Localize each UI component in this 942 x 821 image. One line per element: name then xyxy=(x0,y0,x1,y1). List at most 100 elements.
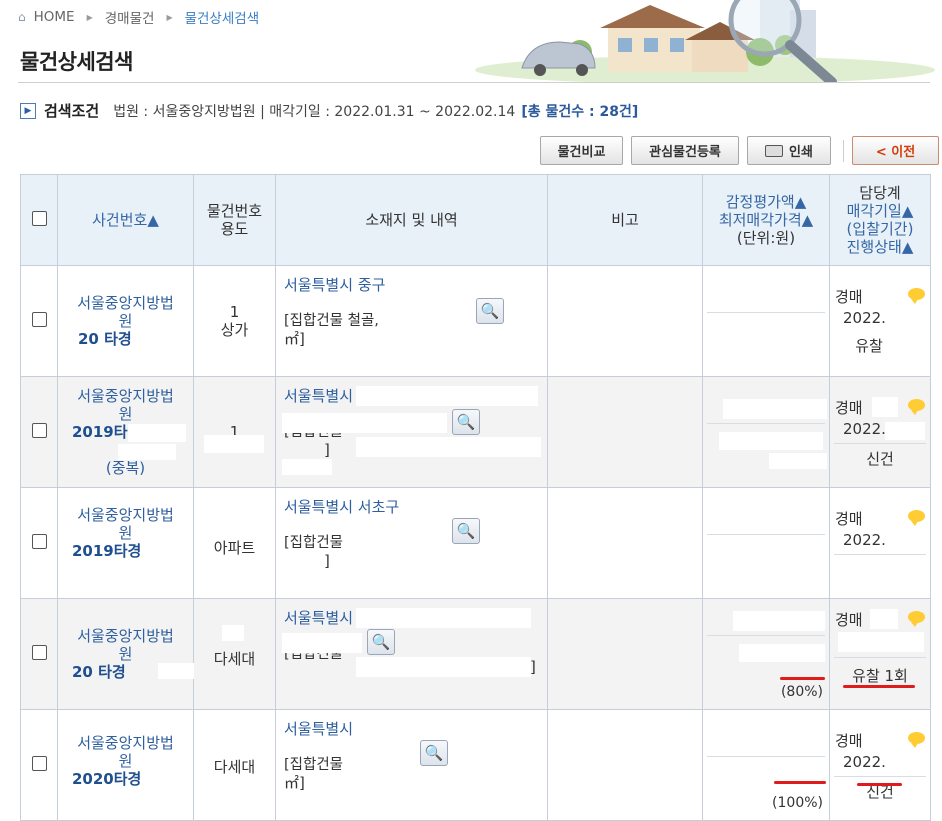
row-checkbox[interactable] xyxy=(31,311,47,327)
location-cell[interactable]: 서울특별시 중구 🔍 [집합건물 철골, ㎡] xyxy=(275,265,548,377)
case-number[interactable]: 2020타경 xyxy=(58,770,193,788)
map-search-icon[interactable]: 🔍 xyxy=(367,629,395,655)
row-select[interactable] xyxy=(20,598,58,710)
address[interactable]: 서울특별시 서초구 xyxy=(284,498,547,516)
red-underline-status4 xyxy=(843,685,915,688)
header-saledate-sort[interactable]: 매각기일▲ xyxy=(830,202,930,220)
compare-button[interactable]: 물건비교 xyxy=(540,136,623,165)
department: 경매 xyxy=(835,399,863,417)
remark-cell xyxy=(547,376,703,488)
location-cell[interactable]: 서울특별시 🔍 [집합건물 ] xyxy=(275,598,548,710)
table-row[interactable]: 서울중앙지방법원 2019타경 아파트 서울특별시 서초구 🔍 [집합건물 ] … xyxy=(20,487,931,599)
map-search-icon[interactable]: 🔍 xyxy=(476,298,504,324)
memo-bubble-icon[interactable] xyxy=(908,732,925,748)
court-name: 서울중앙지방법원 xyxy=(77,387,174,423)
case-number[interactable]: 2019타경 xyxy=(58,542,193,560)
printer-icon xyxy=(765,144,784,157)
building-detail: [집합건물 철골, xyxy=(284,313,379,329)
item-use: 다세대 xyxy=(213,650,256,668)
header-department: 담당계 xyxy=(859,184,901,202)
print-label: 인쇄 xyxy=(789,145,813,160)
criteria-label: 검색조건 xyxy=(44,102,100,120)
progress-status: 유찰 xyxy=(855,337,883,355)
case-number[interactable]: 20 타경 xyxy=(58,330,193,348)
price-cell xyxy=(702,376,830,488)
row-select[interactable] xyxy=(20,709,58,821)
table-row[interactable]: 서울중앙지방법원 2020타경 다세대 서울특별시 🔍 [집합건물 ㎡] (10… xyxy=(20,709,931,821)
header-case-no[interactable]: 사건번호▲ xyxy=(57,174,194,266)
sale-date: 2022. xyxy=(843,531,886,549)
row-select[interactable] xyxy=(20,265,58,377)
address[interactable]: 서울특별시 중구 xyxy=(284,276,547,294)
print-button[interactable]: 인쇄 xyxy=(747,136,831,165)
row-checkbox[interactable] xyxy=(31,644,47,660)
case-cell[interactable]: 서울중앙지방법원 2020타경 xyxy=(57,709,194,821)
criteria-count: [총 물건수 : 28건] xyxy=(521,103,639,120)
row-checkbox[interactable] xyxy=(31,755,47,771)
breadcrumb-home[interactable]: HOME xyxy=(34,9,75,25)
row-select[interactable] xyxy=(20,376,58,488)
criteria-text: 법원 : 서울중앙지방법원 | 매각기일 : 2022.01.31 ~ 2022… xyxy=(113,103,516,120)
remark-cell xyxy=(547,487,703,599)
item-use: 아파트 xyxy=(213,539,256,557)
case-cell[interactable]: 서울중앙지방법원 20 타경 xyxy=(57,265,194,377)
memo-bubble-icon[interactable] xyxy=(908,288,925,304)
memo-bubble-icon[interactable] xyxy=(908,399,925,415)
price-cell: (100%) xyxy=(702,709,830,821)
building-detail-2: ㎡] xyxy=(284,330,305,348)
location-cell[interactable]: 서울특별시 🔍 [집합건물 ㎡] xyxy=(275,709,548,821)
breadcrumb-level1[interactable]: 경매물건 xyxy=(105,7,155,27)
department: 경매 xyxy=(835,510,863,528)
home-icon[interactable]: ⌂ xyxy=(18,10,26,24)
item-number: 1 xyxy=(229,303,240,321)
item-cell: 1 xyxy=(193,376,276,488)
search-criteria: ▶ 검색조건 법원 : 서울중앙지방법원 | 매각기일 : 2022.01.31… xyxy=(20,100,638,121)
prev-button[interactable]: < 이전 xyxy=(852,136,939,165)
favorite-register-button[interactable]: 관심물건등록 xyxy=(631,136,739,165)
select-all-checkbox[interactable] xyxy=(31,210,47,226)
item-use: 상가 xyxy=(220,321,249,339)
header-minprice-sort[interactable]: 최저매각가격▲ xyxy=(703,211,829,229)
item-cell: 아파트 xyxy=(193,487,276,599)
address[interactable]: 서울특별시 xyxy=(284,720,547,738)
row-checkbox[interactable] xyxy=(31,422,47,438)
memo-bubble-icon[interactable] xyxy=(908,510,925,526)
header-select-all[interactable] xyxy=(20,174,58,266)
court-name: 서울중앙지방법원 xyxy=(77,734,174,770)
map-search-icon[interactable]: 🔍 xyxy=(452,518,480,544)
department: 경매 xyxy=(835,732,863,750)
header-progress-sort[interactable]: 진행상태▲ xyxy=(830,238,930,256)
case-cell[interactable]: 서울중앙지방법원 2019타경 xyxy=(57,487,194,599)
toolbar-divider xyxy=(843,139,844,162)
criteria-arrow-icon: ▶ xyxy=(20,102,36,119)
table-row[interactable]: 서울중앙지방법원 20 타경 1 상가 서울특별시 중구 🔍 [집합건물 철골,… xyxy=(20,265,931,377)
case-cell[interactable]: 서울중앙지방법원 20 타경 xyxy=(57,598,216,710)
breadcrumb-separator-icon: ▶ xyxy=(86,12,93,22)
header-item-no-line2: 용도 xyxy=(220,220,249,238)
breadcrumb: ⌂ HOME ▶ 경매물건 ▶ 물건상세검색 xyxy=(18,7,259,27)
map-search-icon[interactable]: 🔍 xyxy=(452,409,480,435)
map-search-icon[interactable]: 🔍 xyxy=(420,740,448,766)
results-table: 사건번호▲ 물건번호 용도 소재지 및 내역 비고 감정평가액▲ 최저매각가격▲… xyxy=(20,174,931,821)
building-detail-2: ] xyxy=(324,441,330,459)
row-select[interactable] xyxy=(20,487,58,599)
row-checkbox[interactable] xyxy=(31,533,47,549)
header-status: 담당계 매각기일▲ (입찰기간) 진행상태▲ xyxy=(829,174,931,266)
status-cell: 경매 2022. 신건 xyxy=(829,709,931,821)
sale-date: 2022. xyxy=(843,753,886,771)
header-bid-period: (입찰기간) xyxy=(846,220,914,238)
location-cell[interactable]: 서울특별시 🔍 [집합건물 ] xyxy=(275,376,548,488)
header-item-no: 물건번호 용도 xyxy=(193,174,276,266)
department: 경매 xyxy=(835,611,863,629)
progress-status: 유찰 1회 xyxy=(852,667,908,685)
status-cell: 경매 2022. 신건 xyxy=(829,376,931,488)
table-row[interactable]: 서울중앙지방법원 2019타경 (중복) 1 서울특별시 🔍 [집합건물 ] xyxy=(20,376,931,488)
table-row[interactable]: 서울중앙지방법원 20 타경 다세대 서울특별시 🔍 [집합건물 ] (80%)… xyxy=(20,598,931,710)
case-cell[interactable]: 서울중앙지방법원 2019타경 (중복) xyxy=(57,376,194,488)
price-cell xyxy=(702,265,830,377)
header-appraisal-sort[interactable]: 감정평가액▲ xyxy=(703,193,829,211)
sale-percent: (80%) xyxy=(780,684,823,700)
item-cell: 다세대 xyxy=(193,598,276,710)
memo-bubble-icon[interactable] xyxy=(908,611,925,627)
location-cell[interactable]: 서울특별시 서초구 🔍 [집합건물 ] xyxy=(275,487,548,599)
